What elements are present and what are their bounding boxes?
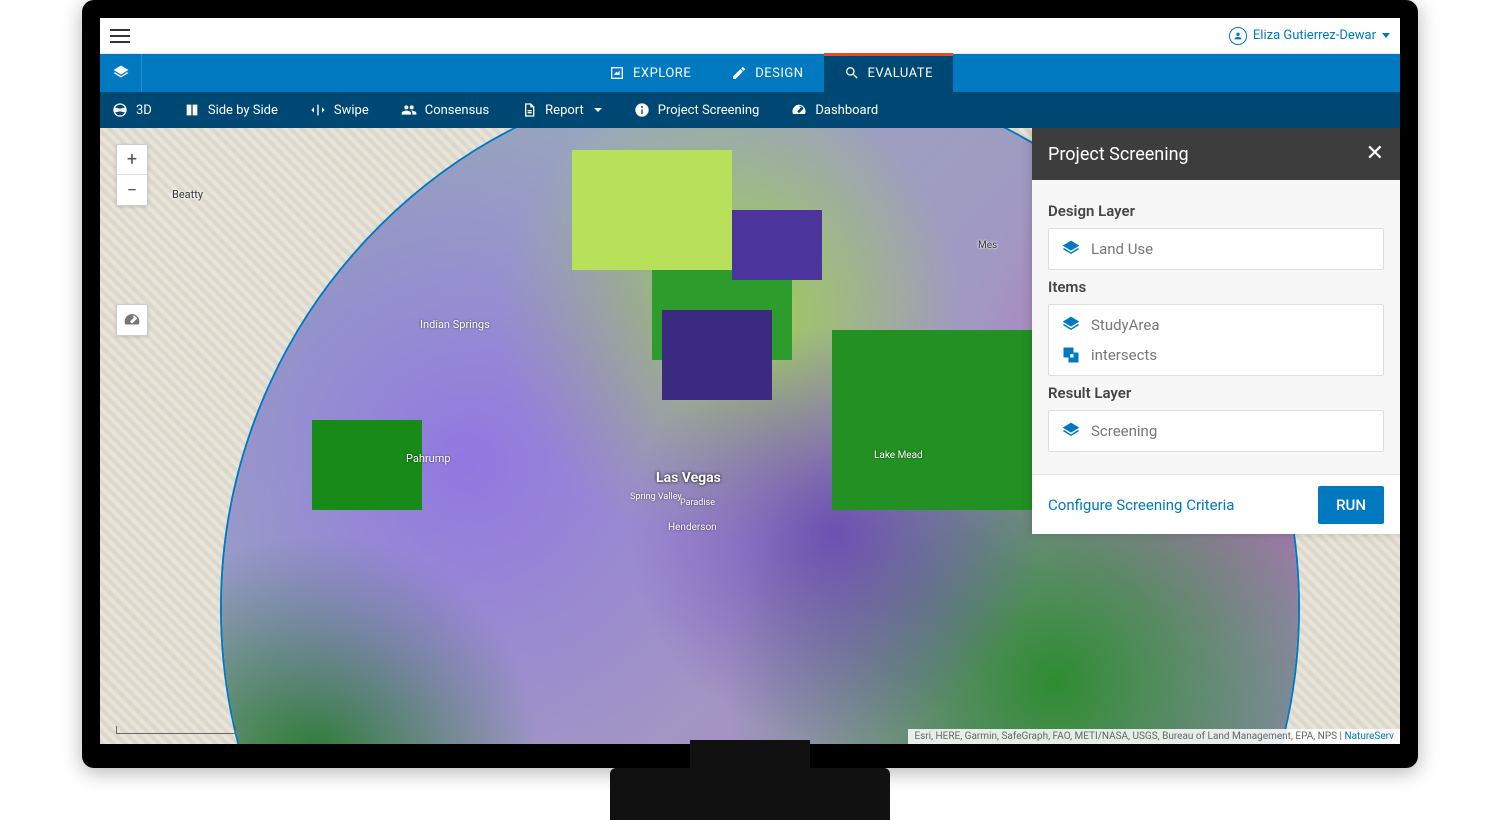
- panel-title: Project Screening: [1048, 144, 1189, 165]
- topbar: Eliza Gutierrez-Dewar: [100, 18, 1400, 54]
- tool-label: Swipe: [334, 103, 369, 118]
- info-icon: [634, 102, 650, 118]
- map-label-paradise: Paradise: [680, 498, 715, 508]
- tab-label: DESIGN: [755, 66, 803, 81]
- map-label-beatty: Beatty: [172, 188, 203, 201]
- tool-3d[interactable]: 3D: [108, 102, 156, 118]
- map-label-spring-valley: Spring Valley: [630, 492, 682, 502]
- run-button[interactable]: RUN: [1318, 486, 1384, 524]
- tool-side-by-side[interactable]: Side by Side: [180, 102, 282, 118]
- tool-dashboard[interactable]: Dashboard: [787, 102, 882, 118]
- project-screening-panel: Project Screening ✕ Design Layer Land Us…: [1032, 128, 1400, 534]
- tool-label: Side by Side: [208, 103, 278, 118]
- result-layer-field[interactable]: Screening: [1048, 410, 1384, 452]
- layers-panel-button[interactable]: [100, 54, 142, 92]
- gauge-icon: [123, 311, 141, 329]
- layers-icon: [1061, 315, 1081, 335]
- map-label-henderson: Henderson: [668, 522, 717, 533]
- tool-consensus[interactable]: Consensus: [397, 102, 493, 118]
- tab-label: EXPLORE: [633, 66, 691, 81]
- item-text: intersects: [1091, 346, 1157, 364]
- user-name: Eliza Gutierrez-Dewar: [1253, 28, 1376, 43]
- chevron-down-icon: [1382, 33, 1390, 38]
- items-label: Items: [1048, 278, 1384, 296]
- people-icon: [401, 102, 417, 118]
- design-layer-field[interactable]: Land Use: [1048, 228, 1384, 270]
- tool-report[interactable]: Report: [517, 102, 606, 118]
- swipe-icon: [310, 102, 326, 118]
- monitor-stand: [610, 768, 890, 820]
- menu-icon[interactable]: [110, 29, 130, 43]
- zoom-control: + −: [116, 144, 148, 206]
- tab-design[interactable]: DESIGN: [711, 54, 823, 92]
- user-menu[interactable]: Eliza Gutierrez-Dewar: [1229, 27, 1390, 45]
- navbar: EXPLORE DESIGN EVALUATE: [100, 54, 1400, 92]
- tool-swipe[interactable]: Swipe: [306, 102, 373, 118]
- panel-header: Project Screening ✕: [1032, 128, 1400, 180]
- map-label-las-vegas: Las Vegas: [656, 470, 721, 486]
- tool-label: 3D: [136, 103, 152, 118]
- user-avatar-icon: [1229, 27, 1247, 45]
- explore-icon: [609, 65, 625, 81]
- map-label-mes: Mes: [978, 240, 997, 251]
- tab-label: EVALUATE: [868, 66, 933, 81]
- map-label-indian-springs: Indian Springs: [420, 318, 490, 331]
- attribution-text: Esri, HERE, Garmin, SafeGraph, FAO, METI…: [914, 731, 1344, 742]
- report-icon: [521, 102, 537, 118]
- tool-label: Dashboard: [815, 103, 878, 118]
- scale-bar: [116, 726, 236, 734]
- columns-icon: [184, 102, 200, 118]
- map-canvas[interactable]: Las Vegas Beatty Indian Springs Pahrump …: [100, 128, 1400, 744]
- result-layer-value: Screening: [1091, 422, 1157, 440]
- layers-icon: [1061, 239, 1081, 259]
- evaluate-icon: [844, 65, 860, 81]
- layers-icon: [112, 64, 130, 82]
- tool-label: Consensus: [425, 103, 489, 118]
- tool-label: Report: [545, 103, 584, 118]
- tool-label: Project Screening: [658, 103, 760, 118]
- toolbar: 3D Side by Side Swipe Consensus Report: [100, 92, 1400, 128]
- configure-criteria-link[interactable]: Configure Screening Criteria: [1048, 496, 1234, 514]
- tool-project-screening[interactable]: Project Screening: [630, 102, 764, 118]
- panel-footer: Configure Screening Criteria RUN: [1032, 474, 1400, 534]
- design-layer-value: Land Use: [1091, 240, 1153, 258]
- performance-gauge-button[interactable]: [116, 304, 148, 336]
- attribution-link[interactable]: NatureServ: [1344, 731, 1394, 742]
- map-attribution: Esri, HERE, Garmin, SafeGraph, FAO, METI…: [908, 729, 1400, 744]
- zoom-out-button[interactable]: −: [117, 175, 147, 205]
- globe-icon: [112, 102, 128, 118]
- design-layer-label: Design Layer: [1048, 202, 1384, 220]
- map-label-pahrump: Pahrump: [406, 452, 451, 465]
- layers-icon: [1061, 421, 1081, 441]
- pencil-icon: [731, 65, 747, 81]
- zoom-in-button[interactable]: +: [117, 145, 147, 175]
- intersect-icon: [1061, 345, 1081, 365]
- map-label-lake-mead: Lake Mead: [874, 450, 923, 461]
- chevron-down-icon: [594, 108, 602, 112]
- tab-evaluate[interactable]: EVALUATE: [824, 54, 953, 92]
- monitor-screen: Eliza Gutierrez-Dewar EXPLORE DESIGN: [100, 18, 1400, 744]
- items-field[interactable]: StudyArea intersects: [1048, 304, 1384, 376]
- close-icon[interactable]: ✕: [1366, 143, 1384, 165]
- item-text: StudyArea: [1091, 316, 1159, 334]
- gauge-icon: [791, 102, 807, 118]
- monitor-frame: Eliza Gutierrez-Dewar EXPLORE DESIGN: [82, 0, 1418, 768]
- result-layer-label: Result Layer: [1048, 384, 1384, 402]
- tab-explore[interactable]: EXPLORE: [589, 54, 711, 92]
